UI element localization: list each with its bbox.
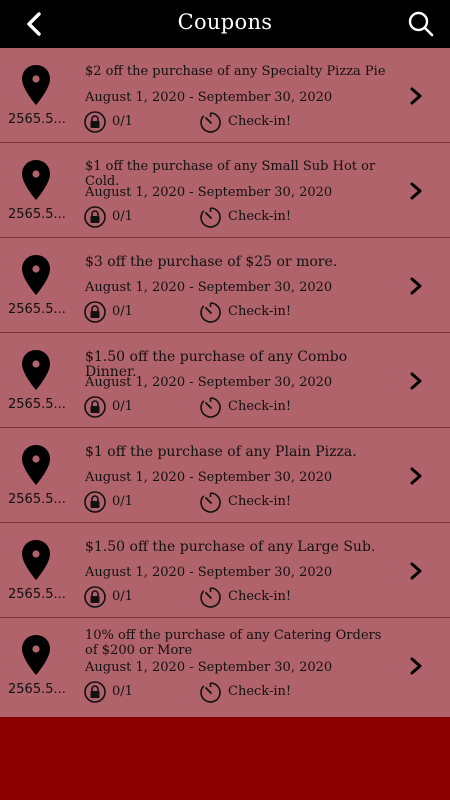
chevron-right-icon [410,182,422,200]
coupon-dates: August 1, 2020 - September 30, 2020 [85,375,333,390]
coupon-row[interactable]: 2565.5... $2 off the purchase of any Spe… [0,48,450,143]
location-pin-icon [22,635,50,675]
redeem-count: 0/1 [112,304,133,319]
redeem-count: 0/1 [112,494,133,509]
top-bar: Coupons [0,0,450,48]
lock-icon [84,396,106,418]
redeem-count: 0/1 [112,114,133,129]
coupon-dates: August 1, 2020 - September 30, 2020 [85,185,333,200]
coupon-row[interactable]: 2565.5... $1 off the purchase of any Pla… [0,428,450,523]
coupon-offer: $3 off the purchase of $25 or more. [85,254,338,270]
coupon-distance: 2565.5... [8,587,66,602]
coupon-offer: $1 off the purchase of any Plain Pizza. [85,444,357,460]
coupon-dates: August 1, 2020 - September 30, 2020 [85,660,333,675]
lock-icon [84,301,106,323]
chevron-right-icon [410,372,422,390]
timer-icon [200,587,221,608]
location-pin-icon [22,540,50,580]
coupon-dates: August 1, 2020 - September 30, 2020 [85,470,333,485]
redeem-count: 0/1 [112,589,133,604]
lock-icon [84,681,106,703]
redeem-count: 0/1 [112,209,133,224]
redeem-count: 0/1 [112,684,133,699]
chevron-right-icon [410,657,422,675]
lock-icon [84,586,106,608]
location-pin-icon [22,160,50,200]
timer-icon [200,397,221,418]
chevron-right-icon [410,467,422,485]
timer-icon [200,207,221,228]
lock-icon [84,491,106,513]
coupon-distance: 2565.5... [8,207,66,222]
check-in-label[interactable]: Check-in! [228,684,291,699]
location-pin-icon [22,255,50,295]
check-in-label[interactable]: Check-in! [228,209,291,224]
chevron-right-icon [410,87,422,105]
lock-icon [84,206,106,228]
coupon-distance: 2565.5... [8,112,66,127]
coupon-row[interactable]: 2565.5... $1.50 off the purchase of any … [0,333,450,428]
lock-icon [84,111,106,133]
coupon-dates: August 1, 2020 - September 30, 2020 [85,565,333,580]
timer-icon [200,682,221,703]
page-title: Coupons [177,10,273,34]
timer-icon [200,302,221,323]
chevron-right-icon [410,562,422,580]
coupon-row[interactable]: 2565.5... 10% off the purchase of any Ca… [0,618,450,714]
timer-icon [200,112,221,133]
coupon-offer: 10% off the purchase of any Catering Ord… [85,628,382,658]
location-pin-icon [22,65,50,105]
coupon-offer: $1.50 off the purchase of any Large Sub. [85,539,376,555]
redeem-count: 0/1 [112,399,133,414]
check-in-label[interactable]: Check-in! [228,399,291,414]
search-button[interactable] [406,9,436,39]
check-in-label[interactable]: Check-in! [228,494,291,509]
coupon-row[interactable]: 2565.5... $1 off the purchase of any Sma… [0,143,450,238]
check-in-label[interactable]: Check-in! [228,589,291,604]
check-in-label[interactable]: Check-in! [228,114,291,129]
coupon-dates: August 1, 2020 - September 30, 2020 [85,90,333,105]
coupon-list: 2565.5... $2 off the purchase of any Spe… [0,48,450,717]
coupon-row[interactable]: 2565.5... $3 off the purchase of $25 or … [0,238,450,333]
coupon-row[interactable]: 2565.5... $1.50 off the purchase of any … [0,523,450,618]
coupon-distance: 2565.5... [8,397,66,412]
timer-icon [200,492,221,513]
check-in-label[interactable]: Check-in! [228,304,291,319]
coupon-offer: $2 off the purchase of any Specialty Piz… [85,64,386,79]
search-icon [408,11,434,37]
coupon-distance: 2565.5... [8,682,66,697]
location-pin-icon [22,445,50,485]
location-pin-icon [22,350,50,390]
bottom-area [0,717,450,800]
coupon-distance: 2565.5... [8,302,66,317]
coupon-dates: August 1, 2020 - September 30, 2020 [85,280,333,295]
chevron-right-icon [410,277,422,295]
coupon-distance: 2565.5... [8,492,66,507]
